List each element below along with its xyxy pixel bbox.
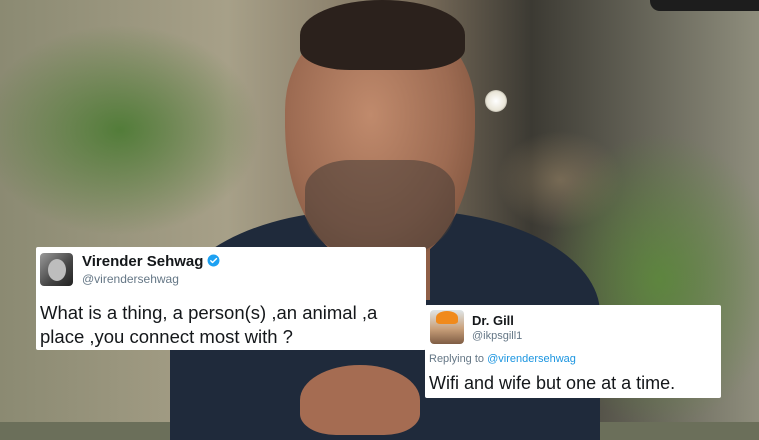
- tweet-text: What is a thing, a person(s) ,an animal …: [40, 301, 424, 349]
- person-hand: [300, 365, 420, 435]
- person-beard: [305, 160, 455, 260]
- tweet-text-line-2: place ,you connect most with ?: [40, 326, 293, 347]
- tweet-text: Wifi and wife but one at a time.: [429, 373, 676, 393]
- tweet-card-sehwag: Virender Sehwag @virendersehwag What is …: [36, 247, 426, 350]
- tweet-text-line-1: What is a thing, a person(s) ,an animal …: [40, 302, 378, 323]
- background-light: [485, 90, 507, 112]
- replying-to-label: Replying to: [429, 353, 488, 365]
- replying-to-line: Replying to @virendersehwag: [429, 353, 576, 365]
- avatar-gill[interactable]: [430, 310, 464, 344]
- tweet-author-handle[interactable]: @virendersehwag: [82, 272, 179, 286]
- verified-badge-icon: [207, 254, 220, 267]
- publisher-badge: [650, 0, 759, 11]
- reply-mention-link[interactable]: @virendersehwag: [487, 353, 576, 365]
- avatar-sehwag[interactable]: [40, 253, 73, 286]
- tweet-author-name[interactable]: Virender Sehwag: [82, 253, 220, 270]
- person-hair: [300, 0, 465, 70]
- tweet-author-handle[interactable]: @ikpsgill1: [472, 330, 522, 342]
- tweet-card-gill: Dr. Gill @ikpsgill1 Replying to @virende…: [425, 305, 721, 398]
- tweet-author-name[interactable]: Dr. Gill: [472, 313, 514, 328]
- author-name-text[interactable]: Virender Sehwag: [82, 253, 203, 270]
